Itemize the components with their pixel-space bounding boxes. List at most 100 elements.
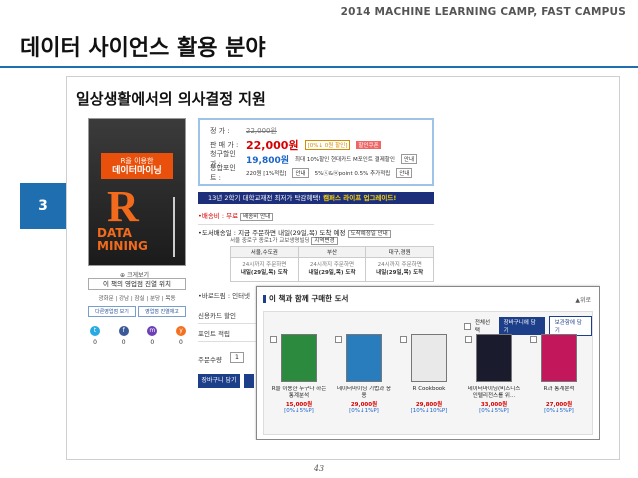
header-course-label: 2014 MACHINE LEARNING CAMP, FAST CAMPUS (340, 6, 626, 18)
coupon-button[interactable]: 할인쿠폰 (356, 141, 381, 149)
twitter-icon[interactable]: t (90, 326, 100, 336)
region-desc: 24시까지 주문하면 (377, 262, 422, 268)
card-discount-item[interactable]: 신용카드 할인 (198, 306, 258, 324)
book-thumbnail[interactable] (541, 334, 577, 382)
quantity-label: 주문수량 (198, 356, 222, 364)
related-book[interactable]: 데이터마이닝(비즈니스 인텔리전스를 위... 33,000원 [0%↓5%P] (465, 334, 523, 414)
baro-pickup-row: •바로드림 : 인터넷 (198, 290, 250, 300)
related-books-row: R을 이용한 누구나 하는 통계분석 15,000원 [0%↓5%P] 데이터마… (270, 334, 588, 414)
shipping-fee-row: •배송비 : 무료 배송비 안내 (198, 210, 434, 221)
book-thumbnail[interactable] (411, 334, 447, 382)
social-count: 0 (179, 339, 183, 346)
card-price-note: 최대 10%할인 현대카드 M포인트 결제할인 (295, 157, 395, 163)
book-price: 33,000원 (480, 402, 508, 408)
region-name: 서울,수도권 (231, 247, 298, 258)
payment-benefits: 신용카드 할인 포인트 적립 (198, 306, 258, 342)
book-title[interactable]: 데이터마이닝(비즈니스 인텔리전스를 위... (465, 386, 523, 400)
point-extra-info-button[interactable]: 안내 (396, 168, 413, 178)
book-title[interactable]: 데이터마이닝 기법과 응용 (335, 386, 393, 400)
book-thumbnail[interactable] (346, 334, 382, 382)
store-location-list[interactable]: 광화문 | 강남 | 잠실 | 분당 | 목동 (88, 294, 186, 302)
book-title[interactable]: R을 이용한 누구나 하는 통계분석 (270, 386, 328, 400)
social-count: 0 (150, 339, 155, 346)
baro-label: •바로드림 : (198, 292, 231, 300)
title-bar-marker (263, 295, 266, 303)
social-count: 0 (121, 339, 126, 346)
social-count: 0 (93, 339, 97, 346)
region-name: 대구,경원 (366, 247, 434, 258)
select-all-checkbox[interactable] (464, 322, 471, 330)
social-counts: 0 0 0 0 (90, 339, 186, 346)
card-price-row: 청구할인가 : 19,800원 최대 10%할인 현대카드 M포인트 결제할인 … (210, 150, 422, 168)
region-value: 내일(29일,목) 도착 (308, 270, 356, 276)
card-info-button[interactable]: 안내 (400, 154, 418, 164)
add-to-cart-button[interactable]: 장바구니 담기 (198, 374, 240, 388)
shipping-fee-value: 무료 (226, 212, 239, 220)
book-title[interactable]: R과 통계분석 (530, 386, 588, 400)
book-discount: [0%↓1%P] (349, 408, 379, 414)
region-desc: 24시까지 주문하면 (242, 262, 287, 268)
banner-text: 13년 2학기 대학교재전 최저가 탁감혜택! (208, 194, 321, 202)
point-earn-item[interactable]: 포인트 적립 (198, 324, 258, 342)
other-store-button[interactable]: 다른영업점 보기 (88, 306, 136, 317)
delivery-region-table: 서울,수도권 24시까지 주문하면 내일(29일,목) 도착 부산 24시까지 … (230, 246, 434, 282)
related-books-list: 전체선택 장바구니에 담기 보관함에 담기 R을 이용한 누구나 하는 통계분석… (263, 311, 593, 435)
book-checkbox[interactable] (335, 336, 342, 343)
book-checkbox[interactable] (465, 336, 472, 343)
book-discount: [10%↓10%P] (410, 408, 448, 414)
me2day-icon[interactable]: m (147, 326, 158, 336)
delivery-address: 서울 중로구 종로1가 교보생명빌딩 (230, 238, 310, 244)
book-checkbox[interactable] (530, 336, 537, 343)
card-price-value: 19,800원 (246, 155, 290, 166)
related-books-actions: 전체선택 장바구니에 담기 보관함에 담기 (464, 316, 592, 336)
bookstore-screenshot: R을 이용한 데이터마이닝 R DATA MINING ⊕ 크게보기 이 책의 … (80, 114, 600, 440)
book-checkbox[interactable] (270, 336, 277, 343)
point-info-button[interactable]: 안내 (292, 168, 309, 178)
add-to-wishlist-button[interactable]: 보관함에 담기 (548, 316, 592, 336)
store-stock-button[interactable]: 영업점 진열재고 (138, 306, 186, 317)
add-selected-to-cart-button[interactable]: 장바구니에 담기 (498, 317, 545, 335)
scroll-top-link[interactable]: ▲위로 (575, 295, 591, 304)
buy-now-button[interactable] (244, 374, 254, 388)
promo-banner[interactable]: 13년 2학기 대학교재전 최저가 탁감혜택! 캠퍼스 라이프 업그레이드! (198, 192, 434, 204)
slide-subtitle: 일상생활에서의 의사결정 지원 (76, 90, 266, 108)
book-discount: [0%↓5%P] (479, 408, 509, 414)
shipping-fee-info[interactable]: 배송비 안내 (240, 213, 274, 221)
yozm-icon[interactable]: y (175, 326, 186, 336)
shipping-fee-label: •배송비 : (198, 212, 225, 220)
region-value: 내일(29일,목) 도착 (376, 270, 424, 276)
related-book[interactable]: 데이터마이닝 기법과 응용 29,000원 [0%↓1%P] (335, 334, 393, 414)
delivery-address-row: 서울 중로구 종로1가 교보생명빌딩 지역변경 (230, 236, 338, 245)
region-name: 부산 (298, 247, 366, 258)
facebook-icon[interactable]: f (118, 326, 129, 336)
header-divider (0, 66, 638, 68)
banner-highlight: 캠퍼스 라이프 업그레이드! (323, 194, 397, 202)
delivery-date-info-button[interactable]: 도착예정일 안내 (347, 230, 391, 238)
region-value: 내일(29일,목) 도착 (240, 270, 288, 276)
point-label: 통합포인트 : (210, 164, 236, 182)
region-cell: 부산 24시까지 주문하면 내일(29일,목) 도착 (298, 247, 367, 281)
related-book[interactable]: R과 통계분석 27,000원 [0%↓5%P] (530, 334, 588, 414)
cover-badge-top: R을 이용한 (120, 157, 154, 165)
related-book[interactable]: R Cookbook 29,800원 [10%↓10%P] (400, 334, 458, 414)
book-discount: [0%↓5%P] (544, 408, 574, 414)
related-books-panel: 이 책과 함께 구매한 도서 ▲위로 전체선택 장바구니에 담기 보관함에 담기… (256, 286, 600, 440)
store-location-buttons: 다른영업점 보기 영업점 진열재고 (88, 306, 186, 317)
book-checkbox[interactable] (400, 336, 407, 343)
related-book[interactable]: R을 이용한 누구나 하는 통계분석 15,000원 [0%↓5%P] (270, 334, 328, 414)
change-region-button[interactable]: 지역변경 (311, 237, 338, 245)
book-price: 29,800원 (415, 402, 443, 408)
book-cover[interactable]: R을 이용한 데이터마이닝 R DATA MINING (88, 118, 186, 266)
book-thumbnail[interactable] (281, 334, 317, 382)
book-title[interactable]: R Cookbook (400, 386, 458, 400)
book-price: 15,000원 (285, 402, 313, 408)
quantity-input[interactable]: 1 (230, 352, 244, 363)
page-title: 데이터 사이언스 활용 분야 (20, 36, 266, 61)
book-thumbnail[interactable] (476, 334, 512, 382)
related-books-title-text: 이 책과 함께 구매한 도서 (269, 294, 349, 303)
book-discount: [0%↓5%P] (284, 408, 314, 414)
store-location-title: 이 책의 영업점 진열 위치 (88, 278, 186, 290)
cover-badge-title: 데이터마이닝 (112, 166, 162, 176)
social-share-bar: t f m y (90, 326, 186, 336)
list-price-label: 정 가 : (210, 127, 230, 135)
